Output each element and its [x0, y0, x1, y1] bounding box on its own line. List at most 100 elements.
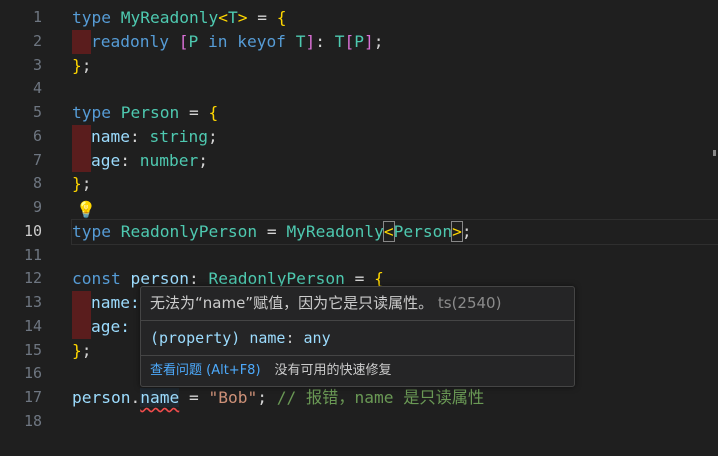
token: }	[72, 340, 82, 360]
bracket-match: >	[451, 220, 463, 242]
line-number: 7	[32, 150, 42, 169]
token: MyReadonly	[120, 8, 219, 27]
token: T	[295, 31, 306, 51]
token: ]	[305, 31, 316, 51]
code-line-8: };	[72, 172, 718, 196]
indent-error-marker	[72, 291, 91, 315]
token: ;	[81, 55, 92, 75]
code-line-2: readonly [P in keyof T]: T[P];	[72, 29, 718, 54]
signature-kind: (property)	[150, 329, 250, 347]
token: .	[130, 388, 141, 407]
token: ]	[363, 31, 374, 51]
bracket-match: <	[382, 220, 395, 242]
token: }	[72, 55, 82, 75]
token: :	[315, 31, 335, 51]
token: ;	[198, 150, 208, 170]
token: P	[188, 31, 199, 51]
code-line-5: type Person = {	[72, 101, 718, 125]
token: keyof	[237, 31, 286, 51]
line-number: 12	[23, 269, 42, 288]
indent-error-marker	[72, 124, 91, 149]
token: name:	[91, 293, 140, 312]
token: <	[218, 8, 228, 27]
token: type	[72, 103, 111, 122]
token: T	[334, 31, 345, 51]
token: name	[91, 126, 130, 146]
token: {	[208, 103, 219, 122]
token: ;	[207, 126, 218, 146]
signature-sep: :	[285, 329, 304, 347]
token: ;	[257, 388, 277, 407]
indent-error-marker	[72, 148, 91, 173]
signature-name: name	[249, 329, 286, 347]
token: [	[344, 31, 355, 51]
line-number: 3	[32, 55, 42, 74]
token: age	[91, 150, 121, 170]
token: ;	[81, 174, 92, 194]
token: age:	[91, 316, 130, 336]
token: MyReadonly	[286, 221, 384, 241]
token: =	[179, 388, 209, 407]
token: ;	[461, 221, 472, 241]
token: {	[276, 8, 287, 27]
line-number: 11	[23, 245, 42, 264]
line-number: 14	[23, 316, 42, 335]
error-message: 无法为“name”赋值，因为它是只读属性。	[150, 294, 434, 312]
type-signature-row: (property) name: any	[141, 321, 574, 356]
token: const	[72, 269, 121, 289]
line-number: 10	[23, 221, 42, 240]
token: type	[72, 221, 111, 241]
token: in	[198, 31, 238, 51]
token: number	[139, 150, 199, 170]
token: }	[72, 174, 82, 194]
code-line-9: 💡	[72, 196, 718, 220]
line-number: 2	[32, 31, 42, 50]
error-hover-tooltip: 无法为“name”赋值，因为它是只读属性。 ts(2540) (property…	[140, 286, 575, 387]
no-quick-fix-label: 没有可用的快速修复	[274, 363, 392, 378]
line-number: 9	[32, 198, 42, 216]
token: T	[227, 8, 238, 27]
code-line-6: name: string;	[72, 124, 718, 149]
token: Person	[393, 221, 453, 241]
indent-error-marker	[72, 314, 91, 339]
token: =	[179, 103, 209, 122]
token: =	[257, 221, 287, 241]
line-number-gutter: 1 2 3 4 5 6 7 8 9 10 11 12 13 14 15 16 17 18	[0, 6, 42, 434]
code-line-7: age: number;	[72, 148, 718, 173]
view-problem-link[interactable]: 查看问题 (Alt+F8)	[150, 363, 261, 378]
error-code: ts(2540)	[437, 294, 502, 312]
line-number: 5	[32, 103, 42, 121]
token: [	[178, 31, 189, 51]
line-number: 18	[23, 411, 42, 430]
token: ;	[81, 340, 92, 360]
token: >	[237, 8, 248, 27]
token: ReadonlyPerson	[120, 221, 258, 241]
lightbulb-icon[interactable]: 💡	[76, 198, 96, 222]
token: P	[354, 31, 364, 51]
scrollbar-marker[interactable]	[713, 150, 716, 156]
line-number: 4	[32, 79, 42, 98]
error-message-row: 无法为“name”赋值，因为它是只读属性。 ts(2540)	[141, 287, 574, 321]
line-number: 13	[23, 293, 42, 311]
token: string	[149, 126, 208, 146]
error-squiggle-token[interactable]: name	[140, 388, 180, 407]
token: "Bob"	[208, 388, 258, 407]
line-number: 6	[32, 126, 42, 145]
comment: // 报错，name 是只读属性	[276, 388, 485, 407]
code-line-1: type MyReadonly<T> = {	[72, 6, 718, 30]
token: ;	[373, 31, 384, 51]
token: :	[129, 126, 150, 146]
line-number: 16	[23, 364, 42, 383]
tooltip-actions: 查看问题 (Alt+F8) 没有可用的快速修复	[141, 356, 574, 386]
line-number: 1	[32, 8, 42, 26]
token: type	[72, 8, 111, 27]
line-number: 15	[23, 340, 42, 359]
